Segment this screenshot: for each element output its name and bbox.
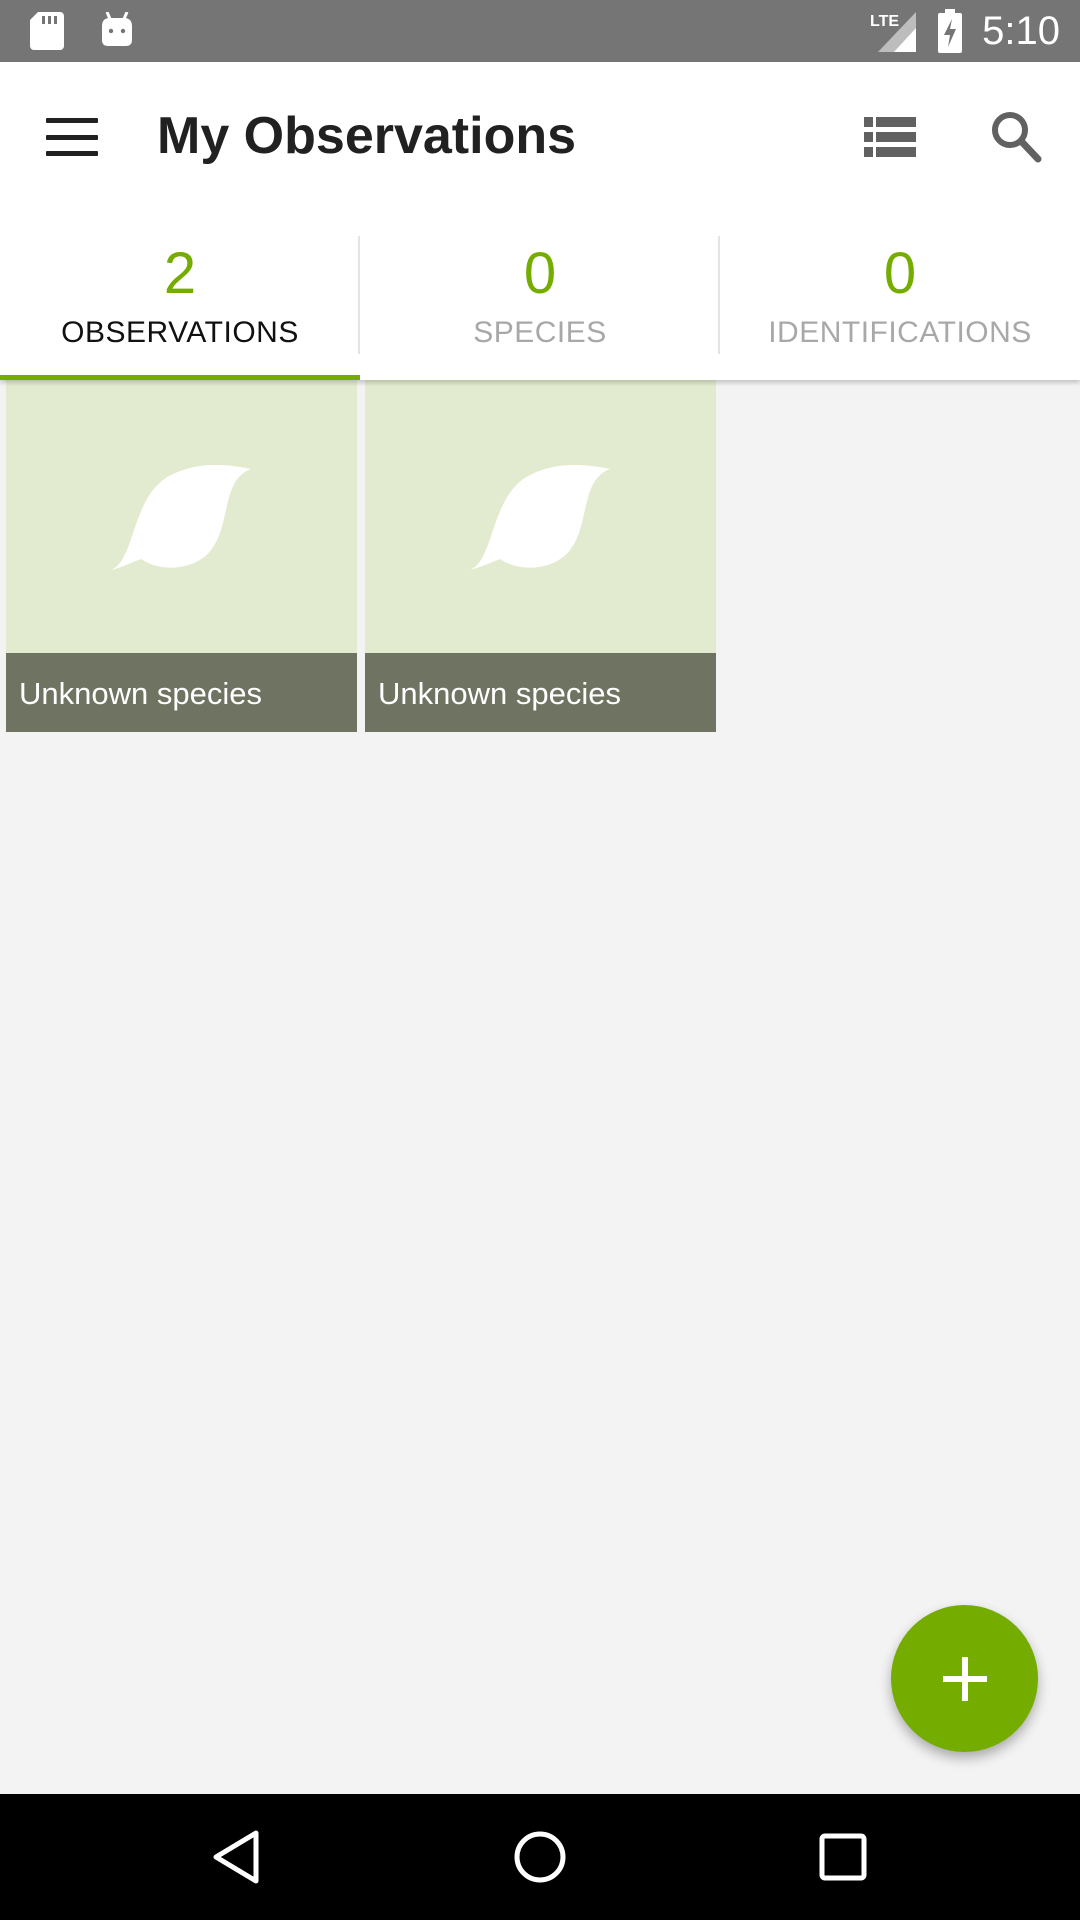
status-bar: LTE 5:10 xyxy=(0,0,1080,62)
navigation-bar xyxy=(0,1794,1080,1920)
plus-icon xyxy=(942,1656,987,1701)
observation-card[interactable]: Unknown species xyxy=(365,380,716,732)
tab-divider xyxy=(718,236,720,354)
observation-card[interactable]: Unknown species xyxy=(6,380,357,732)
menu-icon[interactable] xyxy=(44,112,100,162)
species-label: SPECIES xyxy=(473,316,607,349)
page-title: My Observations xyxy=(157,107,577,165)
leaf-icon xyxy=(470,464,610,570)
observation-caption: Unknown species xyxy=(6,653,357,732)
back-icon[interactable] xyxy=(208,1827,268,1887)
clock: 5:10 xyxy=(982,8,1060,53)
identifications-count: 0 xyxy=(883,241,917,306)
network-label: LTE xyxy=(870,13,899,30)
battery-charging-icon xyxy=(938,9,963,53)
stats-tabs: 2 OBSERVATIONS 0 SPECIES 0 IDENTIFICATIO… xyxy=(0,212,1080,380)
tab-divider xyxy=(358,236,360,354)
list-view-icon[interactable] xyxy=(862,111,918,163)
tab-species[interactable]: 0 SPECIES xyxy=(360,212,720,380)
tab-observations[interactable]: 2 OBSERVATIONS xyxy=(0,212,360,380)
search-icon[interactable] xyxy=(988,106,1044,166)
observation-grid: Unknown species Unknown species xyxy=(6,380,716,732)
leaf-icon xyxy=(111,464,251,570)
add-observation-button[interactable] xyxy=(891,1605,1038,1752)
recents-icon[interactable] xyxy=(813,1827,873,1887)
android-icon xyxy=(102,12,132,46)
home-icon[interactable] xyxy=(510,1827,570,1887)
observations-label: OBSERVATIONS xyxy=(61,316,299,349)
tab-identifications[interactable]: 0 IDENTIFICATIONS xyxy=(720,212,1080,380)
lte-signal-icon: LTE xyxy=(870,12,917,52)
observations-count: 2 xyxy=(163,241,197,306)
identifications-label: IDENTIFICATIONS xyxy=(768,316,1032,349)
active-tab-indicator xyxy=(0,375,360,380)
sd-card-icon xyxy=(30,12,64,50)
app-bar: My Observations xyxy=(0,62,1080,212)
observation-caption: Unknown species xyxy=(365,653,716,732)
species-count: 0 xyxy=(523,241,557,306)
